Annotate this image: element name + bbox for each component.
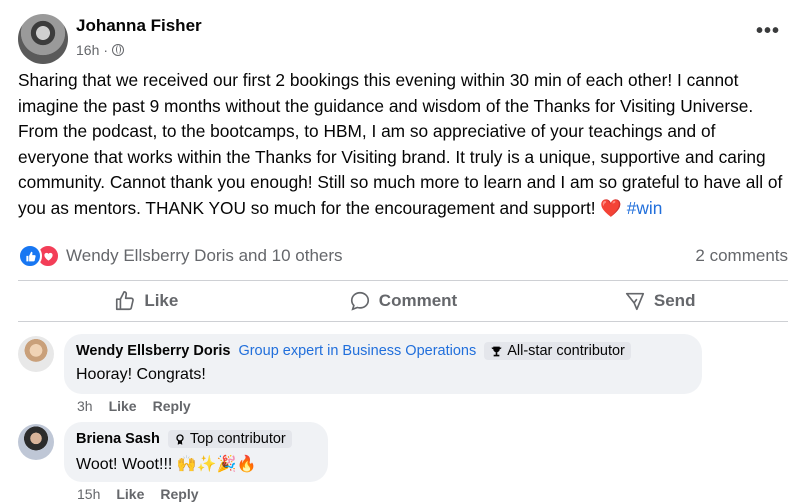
post-author-name[interactable]: Johanna Fisher	[76, 16, 202, 36]
heart-emoji: ❤️	[600, 197, 622, 218]
badge-label: All-star contributor	[507, 343, 625, 359]
comment-bubble: Wendy Ellsberry Doris Group expert in Bu…	[64, 334, 702, 394]
post-time[interactable]: 16h	[76, 42, 99, 58]
commenter-role[interactable]: Group expert in Business Operations	[238, 343, 476, 359]
post-action-bar: Like Comment Send	[18, 280, 788, 321]
thumbs-up-icon	[116, 291, 135, 311]
commenter-avatar[interactable]	[18, 424, 54, 460]
commenter-avatar[interactable]	[18, 336, 54, 372]
hashtag-link[interactable]: #win	[627, 198, 663, 218]
ribbon-icon	[176, 433, 184, 445]
comment-button-label: Comment	[378, 291, 458, 310]
send-button-label: Send	[653, 291, 696, 310]
commenter-name[interactable]: Wendy Ellsberry Doris	[76, 343, 230, 359]
comments-count-link[interactable]: 2 comments	[695, 246, 788, 266]
comment-meta: 15h Like Reply	[77, 486, 199, 502]
post-meta: 16h ·	[76, 42, 125, 58]
comment-text: Hooray! Congrats!	[76, 366, 206, 383]
comment-button[interactable]: Comment	[275, 281, 532, 321]
comment-like-button[interactable]: Like	[116, 486, 144, 502]
more-options-button[interactable]: •••	[756, 20, 780, 43]
comment-icon	[350, 291, 369, 311]
meta-separator: ·	[103, 42, 109, 58]
comment-header: Briena Sash Top contributor	[76, 430, 316, 448]
comment-time[interactable]: 15h	[77, 486, 100, 502]
badge-label: Top contributor	[189, 431, 286, 447]
send-button[interactable]: Send	[531, 281, 788, 321]
comment-text: Woot! Woot!!! 🙌✨🎉🔥	[76, 456, 257, 473]
send-icon	[625, 292, 644, 311]
author-avatar[interactable]	[18, 14, 68, 64]
trophy-icon	[491, 346, 503, 356]
post-body: Sharing that we received our first 2 boo…	[18, 68, 790, 222]
globe-icon[interactable]	[112, 44, 125, 56]
like-button[interactable]: Like	[18, 281, 275, 321]
like-button-label: Like	[144, 291, 179, 310]
contributor-badge[interactable]: All-star contributor	[484, 342, 631, 360]
comment-reply-button[interactable]: Reply	[153, 398, 191, 414]
contributor-badge[interactable]: Top contributor	[167, 430, 292, 448]
comment-meta: 3h Like Reply	[77, 398, 191, 414]
comment-like-button[interactable]: Like	[109, 398, 137, 414]
divider	[18, 321, 788, 322]
comment-time[interactable]: 3h	[77, 398, 93, 414]
comment-header: Wendy Ellsberry Doris Group expert in Bu…	[76, 342, 690, 360]
post-body-text: Sharing that we received our first 2 boo…	[18, 70, 783, 218]
reactions-summary: Wendy Ellsberry Doris and 10 others 2 co…	[18, 244, 788, 268]
comment-reply-button[interactable]: Reply	[160, 486, 198, 502]
commenter-name[interactable]: Briena Sash	[76, 431, 160, 447]
like-icon[interactable]	[18, 244, 42, 268]
comment-bubble: Briena Sash Top contributor Woot! Woot!!…	[64, 422, 328, 482]
reaction-names[interactable]: Wendy Ellsberry Doris and 10 others	[66, 246, 343, 266]
